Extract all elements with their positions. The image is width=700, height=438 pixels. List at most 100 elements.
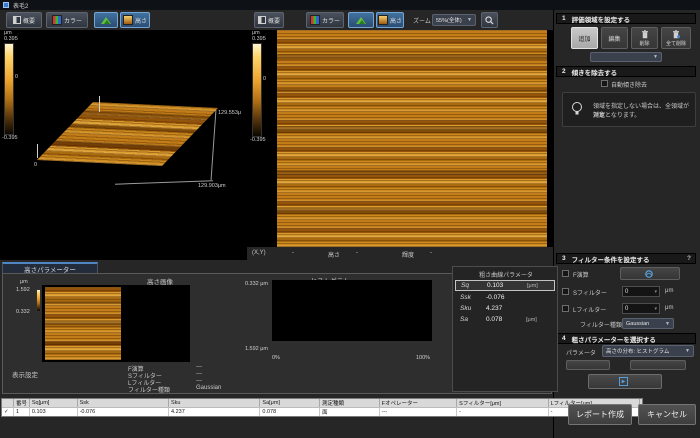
detail-settings-button[interactable] bbox=[566, 360, 610, 370]
scale-unit: μm bbox=[20, 279, 28, 285]
auto-tilt-checkbox[interactable] bbox=[601, 80, 608, 87]
delete-region-button[interactable]: 削除 bbox=[631, 27, 658, 49]
param-row-sq[interactable]: Sq 0.103 [μm] bbox=[455, 280, 555, 291]
add-label: 追加 bbox=[578, 34, 590, 43]
chevron-down-icon: ▼ bbox=[467, 17, 472, 23]
view2d-colorbar-max: 0.395 bbox=[252, 36, 266, 42]
histogram-100pct: 100% bbox=[416, 355, 430, 361]
view2d-overview-label: 概要 bbox=[268, 16, 280, 25]
height-image-2d[interactable] bbox=[277, 30, 547, 247]
view2d-colorbar bbox=[252, 43, 262, 137]
header-f-operator: Fオペレーター bbox=[380, 399, 458, 407]
roughness-parameters-title: 粗さ曲線パラメータ bbox=[453, 270, 559, 279]
axis-y-label: 129.553μ bbox=[218, 110, 247, 116]
view3d-height-button[interactable]: 高さ bbox=[120, 12, 150, 28]
zoom-value: 55%(全体) bbox=[436, 16, 462, 24]
status-height-value: - bbox=[356, 250, 358, 256]
header-number: 番号 bbox=[14, 399, 30, 407]
mountain-icon bbox=[356, 17, 366, 24]
l-filter-label: Lフィルター bbox=[573, 305, 606, 314]
delete-all-label: 全て削除 bbox=[666, 40, 686, 47]
tilt-info-box: 領域を指定しない場合は、全領域が測定 対象となります。 bbox=[562, 92, 696, 127]
start-analysis-button[interactable] bbox=[588, 374, 662, 389]
zoom-dropdown[interactable]: 55%(全体) ▼ bbox=[432, 14, 476, 26]
title-bar: 表毛2 bbox=[0, 0, 700, 10]
region-select-dropdown[interactable]: ▼ bbox=[590, 52, 662, 62]
add-region-button[interactable]: 追加 bbox=[571, 27, 598, 49]
register-edit-button[interactable] bbox=[630, 360, 686, 370]
view3d-overview-button[interactable]: 概要 bbox=[6, 12, 42, 28]
parameter-dropdown[interactable]: 高さの分布: ヒストグラム ▼ bbox=[602, 345, 694, 357]
display-settings-title: 表示設定 bbox=[12, 369, 38, 379]
param-row-sku[interactable]: Sku 4.237 bbox=[455, 303, 555, 314]
status-height-label: 高さ bbox=[328, 250, 340, 259]
chevron-down-icon: ▼ bbox=[653, 54, 658, 60]
view2d-surface-button[interactable] bbox=[348, 12, 374, 28]
height-image-thumbnail[interactable] bbox=[45, 287, 121, 360]
s-filter-checkbox[interactable] bbox=[562, 288, 569, 295]
row-checkbox[interactable]: ✓ bbox=[2, 407, 14, 416]
view2d-color-label: カラー bbox=[322, 16, 340, 25]
l-filter-checkbox[interactable] bbox=[562, 305, 569, 312]
header-s-filter: Sフィルター[μm] bbox=[457, 399, 548, 407]
help-icon[interactable]: ? bbox=[687, 255, 691, 262]
cancel-button[interactable]: キャンセル bbox=[638, 404, 696, 425]
magnifier-button[interactable] bbox=[481, 12, 498, 28]
param-row-ssk[interactable]: Ssk -0.076 bbox=[455, 292, 555, 303]
f-operation-checkbox[interactable] bbox=[562, 270, 569, 277]
view3d-color-button[interactable]: カラー bbox=[46, 12, 88, 28]
spinner-icon[interactable]: ▾ bbox=[654, 289, 657, 295]
axis-y-line bbox=[211, 110, 217, 180]
header-measure-type: 測定種類 bbox=[320, 399, 380, 407]
view2d-color-button[interactable]: カラー bbox=[306, 12, 344, 28]
analysis-icon bbox=[619, 377, 628, 386]
histogram-plot[interactable] bbox=[272, 280, 432, 341]
param-unit: [μm] bbox=[527, 283, 538, 289]
header-check bbox=[2, 399, 14, 407]
parameter-value: 高さの分布: ヒストグラム bbox=[606, 347, 669, 355]
spinner-icon[interactable]: ▾ bbox=[654, 306, 657, 312]
s-filter-input[interactable]: 0 ▾ bbox=[622, 286, 660, 297]
param-value: 4.237 bbox=[486, 305, 526, 312]
chevron-down-icon: ▼ bbox=[685, 348, 690, 354]
step3-header: 3 フィルター条件を設定する ? bbox=[556, 253, 696, 264]
param-row-sa[interactable]: Sa 0.078 [μm] bbox=[455, 314, 555, 325]
lightbulb-icon bbox=[571, 101, 583, 117]
viewport-3d[interactable]: μm 0.395 0 -0.395 129.553μ 129.903μm 0 bbox=[0, 30, 247, 260]
create-report-button[interactable]: レポート作成 bbox=[568, 404, 632, 425]
header-sq: Sq[μm] bbox=[30, 399, 78, 407]
step3-title: フィルター条件を設定する bbox=[572, 254, 650, 264]
param-name: Ssk bbox=[455, 294, 486, 301]
axis-z-line bbox=[99, 96, 100, 112]
cell-f-operator: --- bbox=[380, 407, 458, 416]
view3d-colorbar bbox=[4, 43, 14, 135]
filter-kind-dropdown[interactable]: Gaussian ▼ bbox=[622, 318, 674, 329]
color-palette-icon bbox=[310, 15, 320, 25]
filter-kind-value: Gaussian bbox=[626, 321, 649, 327]
view2d-overview-button[interactable]: 概要 bbox=[254, 12, 284, 28]
step1-header: 1 評価領域を設定する bbox=[556, 13, 696, 24]
height-map-icon bbox=[378, 15, 388, 25]
l-filter-value: 0 bbox=[625, 306, 628, 312]
view3d-surface-button[interactable] bbox=[94, 12, 118, 28]
s-filter-value: 0 bbox=[625, 289, 628, 295]
view2d-height-button[interactable]: 高さ bbox=[376, 12, 404, 28]
axis-origin-label: 0 bbox=[34, 162, 37, 168]
mini-colorbar bbox=[36, 289, 41, 312]
step2-title: 傾きを除去する bbox=[572, 67, 618, 77]
viewport-2d[interactable]: μm 0.395 0 -0.395 bbox=[247, 30, 553, 247]
surface-3d-plane[interactable] bbox=[37, 102, 218, 166]
display-kind-value: Gaussian bbox=[196, 385, 221, 391]
view2d-height-label: 高さ bbox=[390, 16, 402, 25]
results-table-row[interactable]: ✓ 1 0.103 -0.076 4.237 0.078 面 --- - - bbox=[2, 407, 642, 416]
filter-kind-label: フィルター種類 bbox=[580, 320, 622, 329]
l-filter-input[interactable]: 0 ▾ bbox=[622, 303, 660, 314]
chevron-down-icon: ▼ bbox=[665, 321, 670, 327]
shape-removal-settings-button[interactable] bbox=[620, 267, 680, 280]
tilt-info-line2: 対象となります。 bbox=[593, 110, 691, 119]
magnifier-icon bbox=[485, 16, 494, 25]
window-icon bbox=[13, 16, 21, 24]
results-table: 番号 Sq[μm] Ssk Sku Sa[μm] 測定種類 Fオペレーター Sフ… bbox=[1, 398, 643, 417]
edit-region-button[interactable]: 編集 bbox=[601, 27, 628, 49]
delete-all-regions-button[interactable]: 全て削除 bbox=[661, 27, 691, 49]
